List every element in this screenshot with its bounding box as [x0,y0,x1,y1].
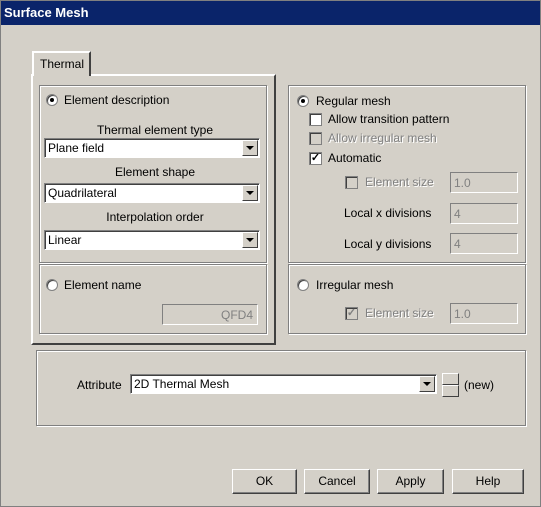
element-size-value: 1.0 [454,176,471,190]
element-shape-label: Element shape [114,165,196,179]
thermal-element-type-label: Thermal element type [96,123,214,137]
allow-irregular-mesh-checkbox[interactable] [309,132,322,145]
element-size-checkbox[interactable] [345,176,358,189]
allow-transition-pattern-label: Allow transition pattern [328,112,450,126]
irregular-mesh-radio[interactable] [297,279,309,291]
interpolation-order-label: Interpolation order [106,210,204,224]
element-name-radio[interactable] [46,279,58,291]
irregular-element-size-value: 1.0 [454,307,471,321]
checkmark-icon: ✓ [310,152,321,164]
cancel-button[interactable]: Cancel [304,469,370,494]
thermal-element-type-select[interactable]: Plane field [44,138,260,158]
attribute-spin-buttons[interactable] [442,373,459,397]
irregular-mesh-label: Irregular mesh [316,278,394,292]
help-button[interactable]: Help [452,469,524,494]
thermal-element-type-dropdown-icon[interactable] [242,140,258,156]
local-y-divisions-value: 4 [454,237,461,251]
ok-button[interactable]: OK [232,469,297,494]
irregular-element-size-label: Element size [365,306,434,320]
automatic-checkbox[interactable]: ✓ [309,152,322,165]
element-shape-value: Quadrilateral [48,186,117,200]
irregular-element-size-field[interactable]: 1.0 [450,303,518,324]
attribute-label: Attribute [77,378,122,392]
element-size-label: Element size [365,175,434,189]
tab-thermal-label: Thermal [40,57,85,71]
element-description-label: Element description [64,93,170,107]
spin-down-button[interactable] [442,385,459,397]
element-shape-select[interactable]: Quadrilateral [44,183,260,203]
attribute-dropdown-icon[interactable] [419,376,435,392]
apply-button[interactable]: Apply [377,469,444,494]
surface-mesh-dialog: Surface Mesh Thermal Element description… [0,0,541,507]
window-title: Surface Mesh [1,1,540,25]
local-x-divisions-value: 4 [454,207,461,221]
allow-transition-pattern-checkbox[interactable] [309,113,322,126]
allow-irregular-mesh-label: Allow irregular mesh [328,131,437,145]
checkmark-icon: ✓ [346,307,357,319]
thermal-element-type-value: Plane field [48,141,105,155]
regular-mesh-radio[interactable] [297,95,309,107]
attribute-value: 2D Thermal Mesh [134,377,230,391]
element-name-label: Element name [64,278,142,292]
attribute-select[interactable]: 2D Thermal Mesh [130,374,437,394]
element-shape-dropdown-icon[interactable] [242,185,258,201]
attribute-new-label: (new) [464,378,495,392]
regular-mesh-label: Regular mesh [316,94,391,108]
irregular-element-size-checkbox[interactable]: ✓ [345,307,358,320]
element-name-value: QFD4 [220,308,253,322]
element-size-field[interactable]: 1.0 [450,172,518,193]
local-y-divisions-label: Local y divisions [344,237,432,251]
spin-up-button[interactable] [442,373,459,385]
interpolation-order-dropdown-icon[interactable] [242,232,258,248]
element-name-field[interactable]: QFD4 [162,304,258,325]
interpolation-order-select[interactable]: Linear [44,230,260,250]
automatic-label: Automatic [328,151,382,165]
element-description-radio[interactable] [46,94,58,106]
local-y-divisions-field[interactable]: 4 [450,233,518,254]
tab-thermal[interactable]: Thermal [32,51,91,76]
local-x-divisions-label: Local x divisions [344,206,432,220]
local-x-divisions-field[interactable]: 4 [450,203,518,224]
interpolation-order-value: Linear [48,233,82,247]
